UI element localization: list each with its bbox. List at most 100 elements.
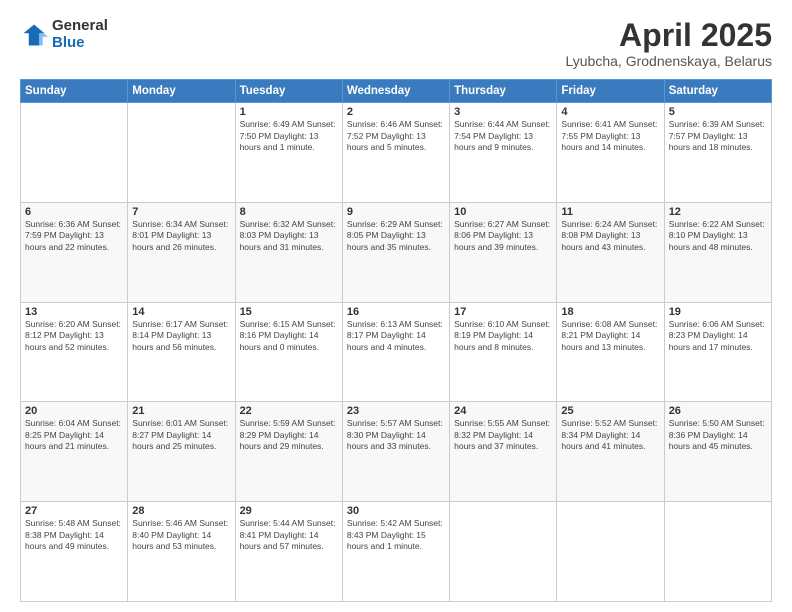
day-number: 15 [240,306,338,318]
day-number: 22 [240,405,338,417]
weekday-header-monday: Monday [128,80,235,103]
logo: General Blue [20,18,108,51]
calendar-subtitle: Lyubcha, Grodnenskaya, Belarus [566,53,773,69]
calendar-cell: 18Sunrise: 6:08 AM Sunset: 8:21 PM Dayli… [557,302,664,402]
day-number: 30 [347,505,445,517]
logo-text: General Blue [52,18,108,51]
day-info: Sunrise: 5:48 AM Sunset: 8:38 PM Dayligh… [25,518,123,552]
day-info: Sunrise: 6:15 AM Sunset: 8:16 PM Dayligh… [240,319,338,353]
calendar-cell: 4Sunrise: 6:41 AM Sunset: 7:55 PM Daylig… [557,103,664,203]
day-info: Sunrise: 6:41 AM Sunset: 7:55 PM Dayligh… [561,119,659,153]
day-number: 2 [347,106,445,118]
calendar-cell: 16Sunrise: 6:13 AM Sunset: 8:17 PM Dayli… [342,302,449,402]
day-number: 14 [132,306,230,318]
title-block: April 2025 Lyubcha, Grodnenskaya, Belaru… [566,18,773,69]
day-number: 3 [454,106,552,118]
calendar-cell: 29Sunrise: 5:44 AM Sunset: 8:41 PM Dayli… [235,502,342,602]
logo-icon [20,21,48,49]
calendar-cell: 3Sunrise: 6:44 AM Sunset: 7:54 PM Daylig… [450,103,557,203]
weekday-header-saturday: Saturday [664,80,771,103]
day-number: 7 [132,206,230,218]
day-info: Sunrise: 5:52 AM Sunset: 8:34 PM Dayligh… [561,418,659,452]
day-number: 21 [132,405,230,417]
day-info: Sunrise: 6:24 AM Sunset: 8:08 PM Dayligh… [561,219,659,253]
day-info: Sunrise: 6:08 AM Sunset: 8:21 PM Dayligh… [561,319,659,353]
day-number: 11 [561,206,659,218]
day-info: Sunrise: 5:59 AM Sunset: 8:29 PM Dayligh… [240,418,338,452]
day-number: 6 [25,206,123,218]
day-number: 26 [669,405,767,417]
day-number: 25 [561,405,659,417]
day-info: Sunrise: 5:55 AM Sunset: 8:32 PM Dayligh… [454,418,552,452]
day-number: 18 [561,306,659,318]
calendar-cell: 15Sunrise: 6:15 AM Sunset: 8:16 PM Dayli… [235,302,342,402]
day-number: 12 [669,206,767,218]
day-number: 27 [25,505,123,517]
weekday-header-sunday: Sunday [21,80,128,103]
day-number: 4 [561,106,659,118]
calendar-title: April 2025 [566,18,773,53]
day-info: Sunrise: 5:42 AM Sunset: 8:43 PM Dayligh… [347,518,445,552]
calendar-cell [450,502,557,602]
day-info: Sunrise: 5:46 AM Sunset: 8:40 PM Dayligh… [132,518,230,552]
day-info: Sunrise: 6:01 AM Sunset: 8:27 PM Dayligh… [132,418,230,452]
calendar-cell: 27Sunrise: 5:48 AM Sunset: 8:38 PM Dayli… [21,502,128,602]
day-number: 19 [669,306,767,318]
weekday-header-friday: Friday [557,80,664,103]
calendar-cell: 2Sunrise: 6:46 AM Sunset: 7:52 PM Daylig… [342,103,449,203]
calendar-cell: 25Sunrise: 5:52 AM Sunset: 8:34 PM Dayli… [557,402,664,502]
day-info: Sunrise: 6:29 AM Sunset: 8:05 PM Dayligh… [347,219,445,253]
calendar-cell: 14Sunrise: 6:17 AM Sunset: 8:14 PM Dayli… [128,302,235,402]
calendar-cell [664,502,771,602]
calendar-cell: 11Sunrise: 6:24 AM Sunset: 8:08 PM Dayli… [557,202,664,302]
calendar-cell: 24Sunrise: 5:55 AM Sunset: 8:32 PM Dayli… [450,402,557,502]
calendar-cell: 6Sunrise: 6:36 AM Sunset: 7:59 PM Daylig… [21,202,128,302]
day-number: 20 [25,405,123,417]
header: General Blue April 2025 Lyubcha, Grodnen… [20,18,772,69]
weekday-header-thursday: Thursday [450,80,557,103]
day-info: Sunrise: 6:20 AM Sunset: 8:12 PM Dayligh… [25,319,123,353]
day-info: Sunrise: 6:39 AM Sunset: 7:57 PM Dayligh… [669,119,767,153]
day-number: 17 [454,306,552,318]
day-info: Sunrise: 5:50 AM Sunset: 8:36 PM Dayligh… [669,418,767,452]
calendar-cell: 20Sunrise: 6:04 AM Sunset: 8:25 PM Dayli… [21,402,128,502]
calendar-cell: 21Sunrise: 6:01 AM Sunset: 8:27 PM Dayli… [128,402,235,502]
day-info: Sunrise: 6:46 AM Sunset: 7:52 PM Dayligh… [347,119,445,153]
calendar-table: SundayMondayTuesdayWednesdayThursdayFrid… [20,79,772,602]
week-row-1: 1Sunrise: 6:49 AM Sunset: 7:50 PM Daylig… [21,103,772,203]
day-number: 13 [25,306,123,318]
calendar-cell: 13Sunrise: 6:20 AM Sunset: 8:12 PM Dayli… [21,302,128,402]
day-info: Sunrise: 6:32 AM Sunset: 8:03 PM Dayligh… [240,219,338,253]
logo-blue-text: Blue [52,35,108,52]
calendar-cell [557,502,664,602]
logo-general-text: General [52,18,108,35]
calendar-cell [21,103,128,203]
day-number: 1 [240,106,338,118]
day-info: Sunrise: 6:44 AM Sunset: 7:54 PM Dayligh… [454,119,552,153]
day-info: Sunrise: 6:13 AM Sunset: 8:17 PM Dayligh… [347,319,445,353]
day-number: 16 [347,306,445,318]
week-row-3: 13Sunrise: 6:20 AM Sunset: 8:12 PM Dayli… [21,302,772,402]
calendar-cell: 10Sunrise: 6:27 AM Sunset: 8:06 PM Dayli… [450,202,557,302]
weekday-header-tuesday: Tuesday [235,80,342,103]
day-info: Sunrise: 6:34 AM Sunset: 8:01 PM Dayligh… [132,219,230,253]
calendar-cell: 8Sunrise: 6:32 AM Sunset: 8:03 PM Daylig… [235,202,342,302]
calendar-cell [128,103,235,203]
calendar-cell: 23Sunrise: 5:57 AM Sunset: 8:30 PM Dayli… [342,402,449,502]
calendar-cell: 28Sunrise: 5:46 AM Sunset: 8:40 PM Dayli… [128,502,235,602]
calendar-cell: 30Sunrise: 5:42 AM Sunset: 8:43 PM Dayli… [342,502,449,602]
day-info: Sunrise: 6:04 AM Sunset: 8:25 PM Dayligh… [25,418,123,452]
day-info: Sunrise: 6:27 AM Sunset: 8:06 PM Dayligh… [454,219,552,253]
day-info: Sunrise: 5:44 AM Sunset: 8:41 PM Dayligh… [240,518,338,552]
calendar-cell: 5Sunrise: 6:39 AM Sunset: 7:57 PM Daylig… [664,103,771,203]
day-info: Sunrise: 6:22 AM Sunset: 8:10 PM Dayligh… [669,219,767,253]
day-info: Sunrise: 5:57 AM Sunset: 8:30 PM Dayligh… [347,418,445,452]
day-number: 9 [347,206,445,218]
day-number: 8 [240,206,338,218]
day-number: 24 [454,405,552,417]
day-number: 29 [240,505,338,517]
week-row-2: 6Sunrise: 6:36 AM Sunset: 7:59 PM Daylig… [21,202,772,302]
day-info: Sunrise: 6:17 AM Sunset: 8:14 PM Dayligh… [132,319,230,353]
day-number: 23 [347,405,445,417]
day-number: 5 [669,106,767,118]
